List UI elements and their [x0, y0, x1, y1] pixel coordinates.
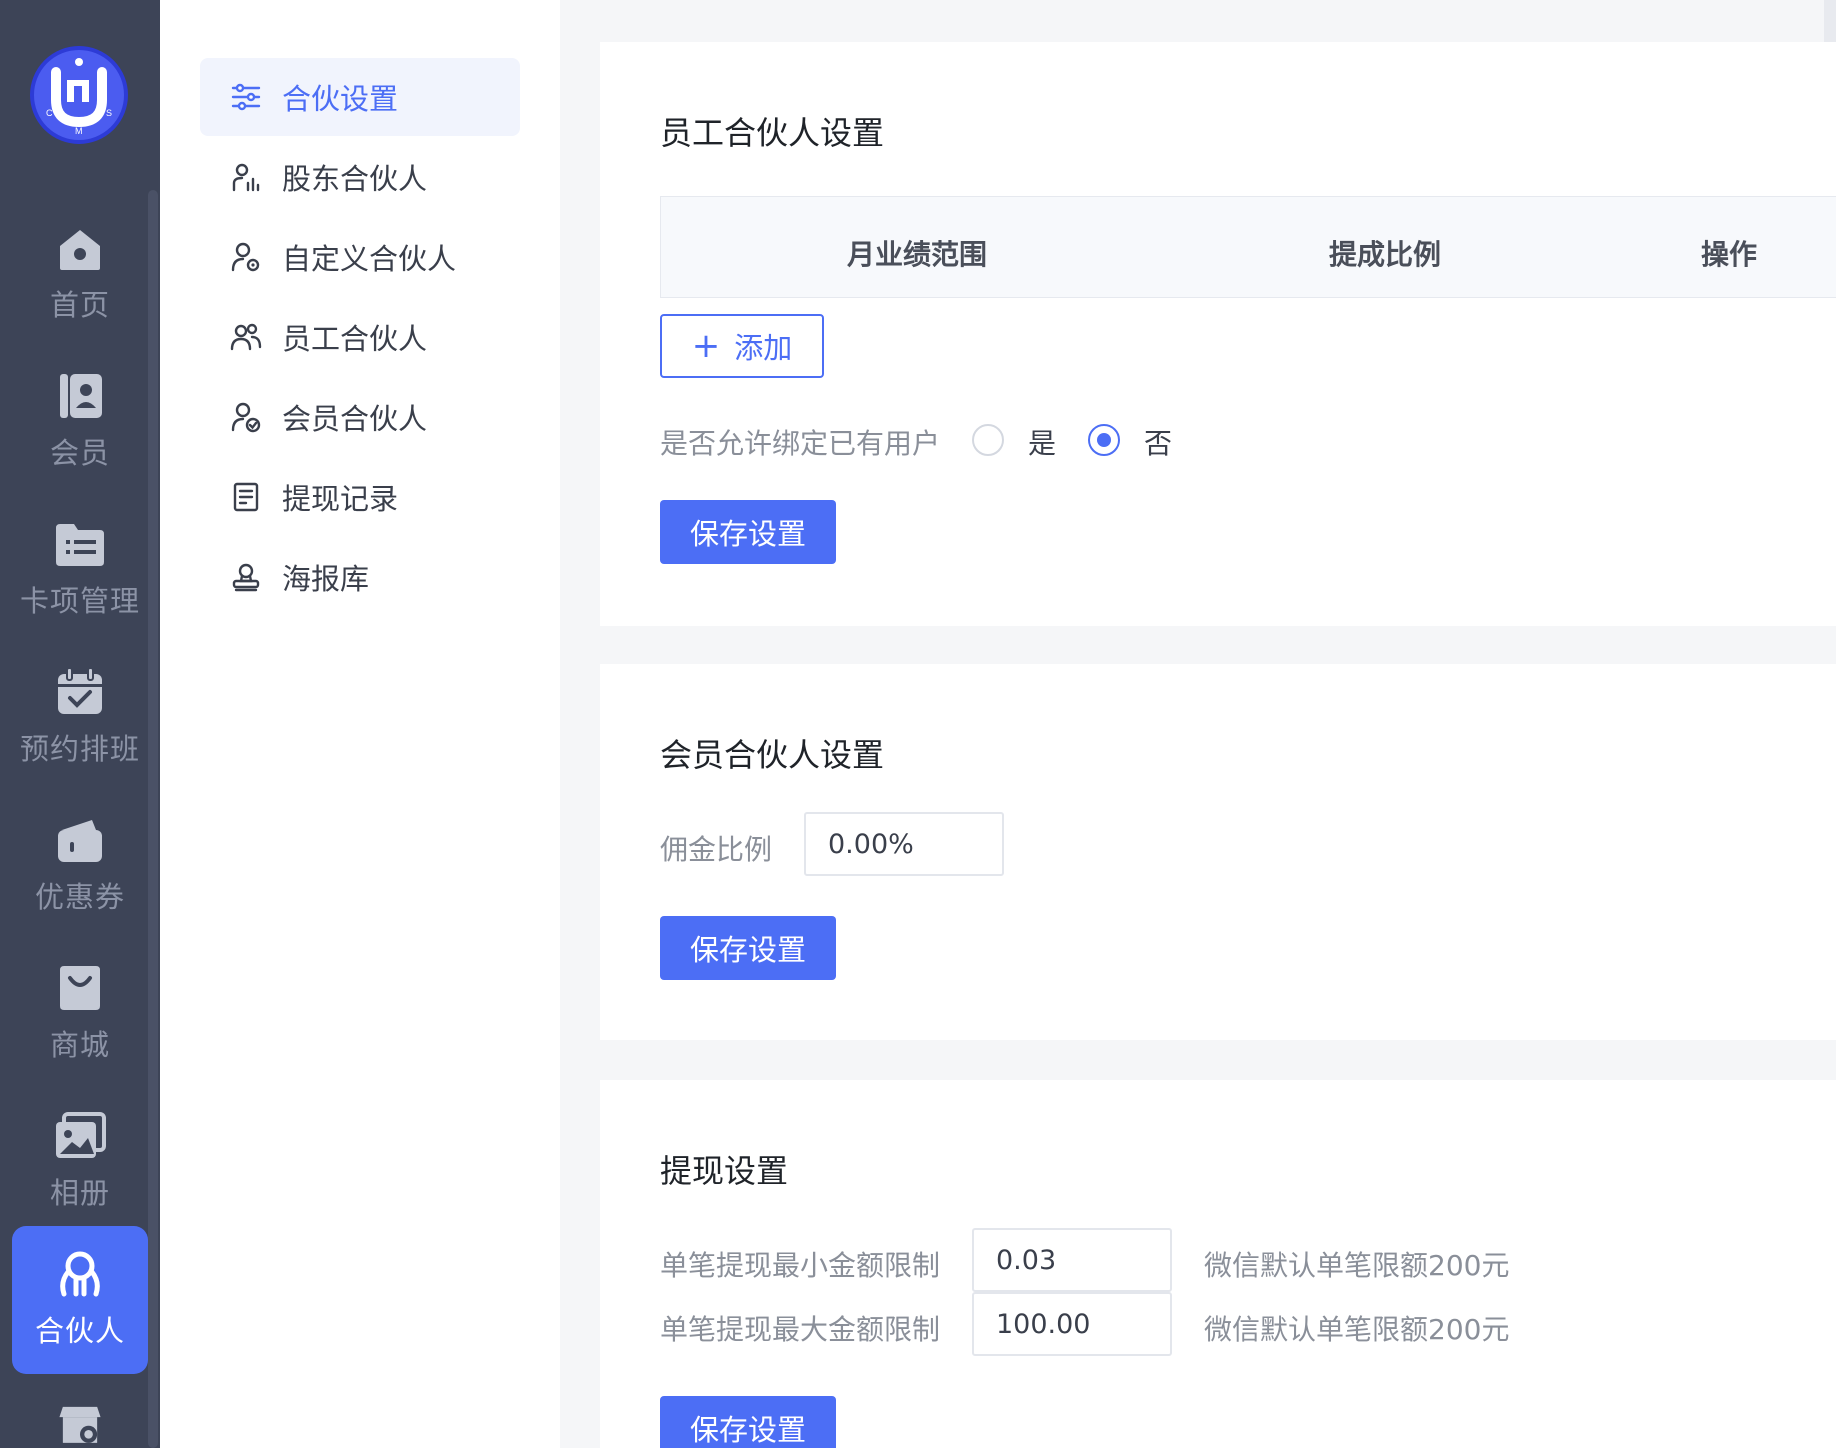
submenu-item-shareholder[interactable]: 股东合伙人	[200, 138, 520, 216]
plus-icon: +	[691, 326, 721, 366]
submenu-item-label: 合伙设置	[282, 82, 399, 116]
logo-icon: C M S	[46, 58, 112, 136]
save-withdraw-settings-button[interactable]: 保存设置	[660, 1396, 836, 1448]
submenu-item-staff-partner[interactable]: 员工合伙人	[200, 298, 520, 376]
save-member-settings-button[interactable]: 保存设置	[660, 916, 836, 980]
receipt-icon	[233, 482, 259, 512]
rail-item-mall[interactable]: 商城	[12, 940, 148, 1080]
shop-settings-icon	[59, 1406, 101, 1443]
rail-item-label: 合伙人	[34, 1314, 125, 1348]
column-header: 月业绩范围	[847, 238, 988, 271]
rail-item-label: 商城	[49, 1028, 110, 1062]
section-title: 员工合伙人设置	[660, 114, 885, 152]
submenu-item-partner-settings[interactable]: 合伙设置	[200, 58, 520, 136]
commission-rate-input[interactable]: 0.00%	[804, 812, 1004, 876]
calendar-check-icon	[58, 667, 102, 714]
shopping-bag-icon	[60, 966, 100, 1010]
rail-item-label: 首页	[49, 288, 110, 322]
rail-scrollbar[interactable]	[148, 190, 158, 1448]
submenu-item-label: 股东合伙人	[282, 162, 428, 196]
min-withdraw-input[interactable]: 0.03	[972, 1228, 1172, 1292]
svg-text:M: M	[75, 126, 83, 136]
add-button-label: 添加	[734, 331, 793, 365]
radio-yes[interactable]	[972, 424, 1004, 456]
main-nav-rail: C M S 首页 会员 卡项管理 预约排班 优惠券 商城 相册 合伙人	[0, 0, 160, 1448]
min-withdraw-hint: 微信默认单笔限额200元	[1204, 1249, 1510, 1282]
submenu-item-withdraw-records[interactable]: 提现记录	[200, 458, 520, 536]
image-icon	[56, 1112, 106, 1158]
add-tier-button[interactable]: + 添加	[660, 314, 824, 378]
rail-item-label: 相册	[49, 1176, 110, 1210]
sliders-icon	[231, 83, 261, 111]
submenu-item-poster-library[interactable]: 海报库	[200, 538, 520, 616]
member-card-icon	[60, 374, 102, 418]
svg-text:C: C	[46, 108, 53, 118]
withdraw-settings-card: 提现设置 单笔提现最小金额限制 0.03 微信默认单笔限额200元 单笔提现最大…	[600, 1080, 1836, 1448]
staff-partner-settings-card: 员工合伙人设置 月业绩范围 提成比例 操作 + 添加 是否允许绑定已有用户 是 …	[600, 42, 1836, 626]
submenu-item-label: 会员合伙人	[282, 402, 428, 436]
section-title: 会员合伙人设置	[660, 736, 885, 774]
radio-no-label[interactable]: 否	[1144, 422, 1172, 462]
submenu-item-label: 提现记录	[282, 482, 399, 516]
app-logo[interactable]: C M S	[30, 46, 128, 144]
rail-item-member[interactable]: 会员	[12, 348, 148, 488]
secondary-menu: 合伙设置 股东合伙人 自定义合伙人 员工合伙人 会员合伙人 提现记录 海报库	[160, 0, 560, 1448]
rail-item-label: 会员	[49, 436, 110, 470]
section-title: 提现设置	[660, 1152, 789, 1190]
max-withdraw-hint: 微信默认单笔限额200元	[1204, 1313, 1510, 1346]
stamp-icon	[232, 563, 260, 592]
wallet-icon	[58, 820, 102, 862]
member-partner-settings-card: 会员合伙人设置 佣金比例 0.00% 保存设置	[600, 664, 1836, 1040]
rail-item-album[interactable]: 相册	[12, 1088, 148, 1228]
radio-no[interactable]	[1088, 424, 1120, 456]
rail-item-partner[interactable]: 合伙人	[12, 1226, 148, 1374]
person-check-icon	[231, 402, 261, 433]
rail-item-coupons[interactable]: 优惠券	[12, 792, 148, 932]
rail-item-label: 预约排班	[19, 732, 140, 766]
max-withdraw-input[interactable]: 100.00	[972, 1292, 1172, 1356]
rail-item-schedule[interactable]: 预约排班	[12, 644, 148, 784]
radio-yes-label[interactable]: 是	[1028, 422, 1056, 462]
min-withdraw-label: 单笔提现最小金额限制	[660, 1249, 941, 1282]
rail-item-home[interactable]: 首页	[12, 200, 148, 340]
submenu-item-custom-partner[interactable]: 自定义合伙人	[200, 218, 520, 296]
column-header: 操作	[1701, 238, 1758, 271]
rail-item-shop-settings[interactable]	[12, 1382, 148, 1448]
folder-list-icon	[56, 524, 104, 566]
rail-item-cards[interactable]: 卡项管理	[12, 496, 148, 636]
home-icon	[60, 230, 100, 270]
column-header: 提成比例	[1329, 238, 1442, 271]
commission-rate-label: 佣金比例	[660, 833, 773, 866]
submenu-item-member-partner[interactable]: 会员合伙人	[200, 378, 520, 456]
people-icon	[230, 323, 262, 351]
submenu-item-label: 员工合伙人	[282, 322, 428, 356]
max-withdraw-label: 单笔提现最大金额限制	[660, 1313, 941, 1346]
commission-table-header: 月业绩范围 提成比例 操作	[660, 196, 1836, 298]
partner-icon	[60, 1251, 100, 1297]
svg-text:S: S	[106, 108, 112, 118]
bind-existing-user-label: 是否允许绑定已有用户	[660, 427, 941, 460]
person-chart-icon	[232, 163, 260, 192]
submenu-item-label: 自定义合伙人	[282, 242, 457, 276]
person-gear-icon	[231, 242, 260, 272]
rail-item-label: 优惠券	[34, 880, 125, 914]
save-staff-settings-button[interactable]: 保存设置	[660, 500, 836, 564]
submenu-item-label: 海报库	[282, 562, 370, 596]
rail-item-label: 卡项管理	[19, 584, 140, 618]
